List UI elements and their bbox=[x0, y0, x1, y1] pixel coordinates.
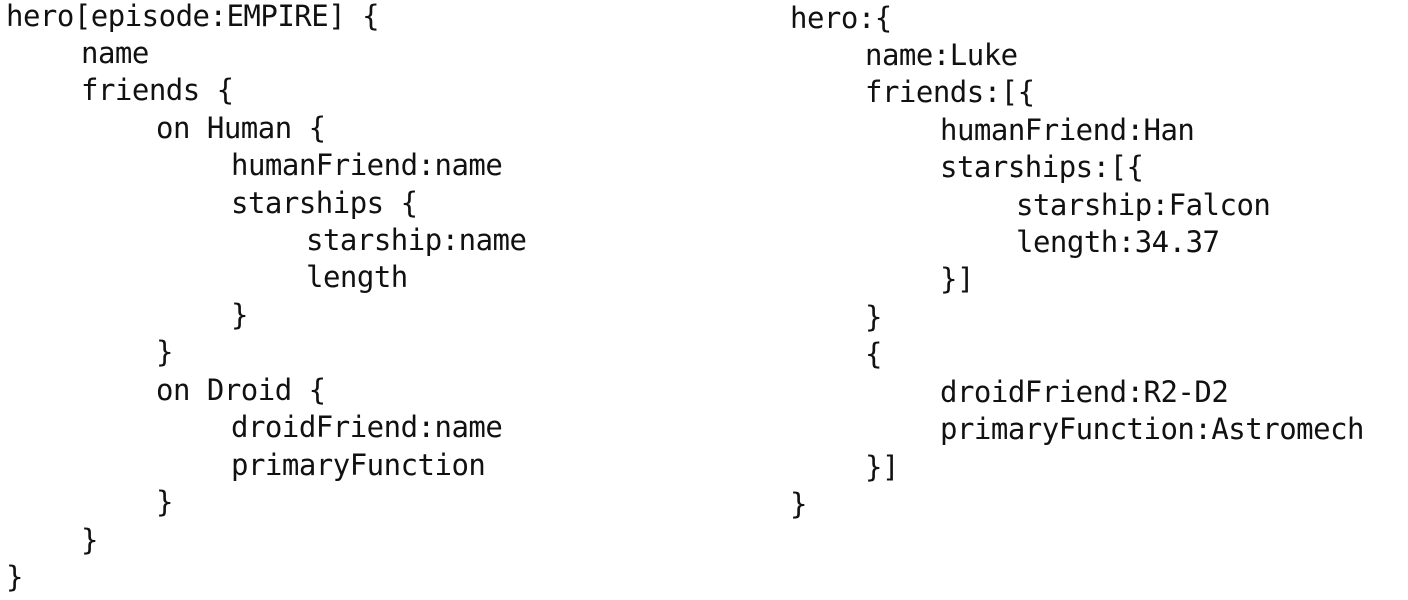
query-line: } bbox=[81, 523, 98, 557]
result-line: }] bbox=[865, 450, 899, 484]
result-line: }] bbox=[940, 262, 974, 296]
result-line: name:Luke bbox=[865, 38, 1018, 72]
query-line: name bbox=[81, 36, 149, 70]
query-line: starship:name bbox=[306, 223, 527, 257]
result-line: } bbox=[865, 300, 882, 334]
result-line: droidFriend:R2-D2 bbox=[940, 375, 1229, 409]
result-line: starships:[{ bbox=[940, 150, 1144, 184]
query-line: } bbox=[156, 485, 173, 519]
query-line: primaryFunction bbox=[231, 448, 486, 482]
result-line: friends:[{ bbox=[865, 75, 1035, 109]
query-line: on Droid { bbox=[156, 373, 326, 407]
query-line: } bbox=[6, 560, 23, 594]
result-line: length:34.37 bbox=[1016, 225, 1220, 259]
result-line: humanFriend:Han bbox=[940, 113, 1195, 147]
query-line: humanFriend:name bbox=[231, 148, 503, 182]
query-line: } bbox=[231, 298, 248, 332]
result-line: starship:Falcon bbox=[1016, 188, 1271, 222]
result-line: primaryFunction:Astromech bbox=[940, 412, 1365, 446]
result-line: hero:{ bbox=[790, 1, 892, 35]
query-line: on Human { bbox=[156, 111, 326, 145]
query-line: } bbox=[156, 335, 173, 369]
query-line: length bbox=[306, 260, 408, 294]
query-line: droidFriend:name bbox=[231, 410, 503, 444]
result-line: { bbox=[865, 337, 882, 371]
result-line: } bbox=[790, 487, 807, 521]
query-line: friends { bbox=[81, 73, 234, 107]
query-line: starships { bbox=[231, 186, 418, 220]
query-line: hero[episode:EMPIRE] { bbox=[6, 0, 380, 33]
